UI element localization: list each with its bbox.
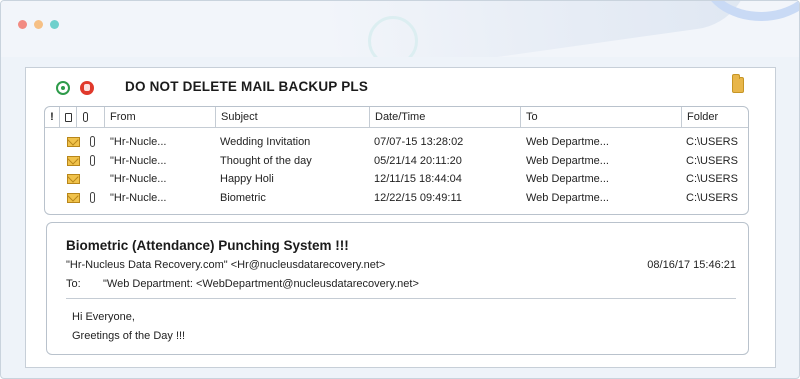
column-header-to[interactable]: To: [520, 107, 681, 128]
chrome-icon[interactable]: [56, 81, 70, 95]
row-to: Web Departme...: [526, 192, 609, 204]
message-row[interactable]: "Hr-Nucle... Thought of the day 05/21/14…: [45, 152, 748, 170]
column-header-datetime[interactable]: Date/Time: [369, 107, 520, 128]
folder-icon[interactable]: [732, 74, 744, 93]
message-row[interactable]: "Hr-Nucle... Wedding Invitation 07/07-15…: [45, 133, 748, 151]
row-datetime: 05/21/14 20:11:20: [374, 155, 462, 167]
preview-subject: Biometric (Attendance) Punching System !…: [66, 238, 349, 253]
row-from: "Hr-Nucle...: [110, 155, 167, 167]
preview-divider: [66, 298, 736, 299]
row-from: "Hr-Nucle...: [110, 192, 167, 204]
envelope-icon: [67, 137, 80, 147]
row-subject: Biometric: [220, 192, 266, 204]
row-to: Web Departme...: [526, 136, 609, 148]
row-folder: C:\USERS: [686, 136, 738, 148]
column-header-attachment[interactable]: [76, 107, 94, 128]
message-row[interactable]: "Hr-Nucle... Happy Holi 12/11/15 18:44:0…: [45, 170, 748, 188]
row-folder: C:\USERS: [686, 155, 738, 167]
close-window-dot[interactable]: [18, 20, 27, 29]
message-preview: Biometric (Attendance) Punching System !…: [46, 222, 749, 355]
paperclip-icon: [90, 136, 95, 147]
row-datetime: 12/22/15 09:49:11: [374, 192, 462, 204]
envelope-icon: [67, 174, 80, 184]
app-window: DO NOT DELETE MAIL BACKUP PLS ! From Sub…: [0, 0, 800, 379]
row-from: "Hr-Nucle...: [110, 136, 167, 148]
message-row[interactable]: "Hr-Nucle... Biometric 12/22/15 09:49:11…: [45, 189, 748, 207]
row-folder: C:\USERS: [686, 192, 738, 204]
row-to: Web Departme...: [526, 155, 609, 167]
preview-body-line: Greetings of the Day !!!: [72, 330, 186, 342]
column-header-importance[interactable]: !: [45, 107, 59, 128]
title-bar: [1, 1, 799, 57]
paperclip-icon: [90, 155, 95, 166]
preview-body: Hi Everyone, Greetings of the Day !!!: [72, 308, 185, 346]
envelope-icon: [67, 193, 80, 203]
row-subject: Wedding Invitation: [220, 136, 311, 148]
hand-stop-icon[interactable]: [80, 81, 94, 95]
column-header-from[interactable]: From: [104, 107, 215, 128]
paperclip-icon: [83, 112, 88, 122]
message-list-header: ! From Subject Date/Time To Folder: [45, 107, 748, 128]
row-folder: C:\USERS: [686, 173, 738, 185]
message-list[interactable]: ! From Subject Date/Time To Folder "Hr-N…: [44, 106, 749, 215]
preview-date: 08/16/17 15:46:21: [647, 259, 736, 271]
column-header-folder[interactable]: Folder: [681, 107, 748, 128]
minimize-window-dot[interactable]: [34, 20, 43, 29]
envelope-icon: [67, 156, 80, 166]
preview-to: "Web Department: <WebDepartment@nucleusd…: [103, 278, 419, 290]
preview-to-label: To:: [66, 278, 81, 290]
mailbox-title: DO NOT DELETE MAIL BACKUP PLS: [125, 79, 369, 94]
paperclip-icon: [90, 192, 95, 203]
row-to: Web Departme...: [526, 173, 609, 185]
row-subject: Happy Holi: [220, 173, 274, 185]
preview-from: "Hr-Nucleus Data Recovery.com" <Hr@nucle…: [66, 259, 386, 271]
document-icon: [64, 113, 72, 122]
row-datetime: 12/11/15 18:44:04: [374, 173, 462, 185]
column-header-type[interactable]: [59, 107, 76, 128]
row-from: "Hr-Nucle...: [110, 173, 167, 185]
row-subject: Thought of the day: [220, 155, 312, 167]
preview-body-line: Hi Everyone,: [72, 311, 135, 323]
row-datetime: 07/07-15 13:28:02: [374, 136, 464, 148]
column-header-subject[interactable]: Subject: [215, 107, 369, 128]
maximize-window-dot[interactable]: [50, 20, 59, 29]
